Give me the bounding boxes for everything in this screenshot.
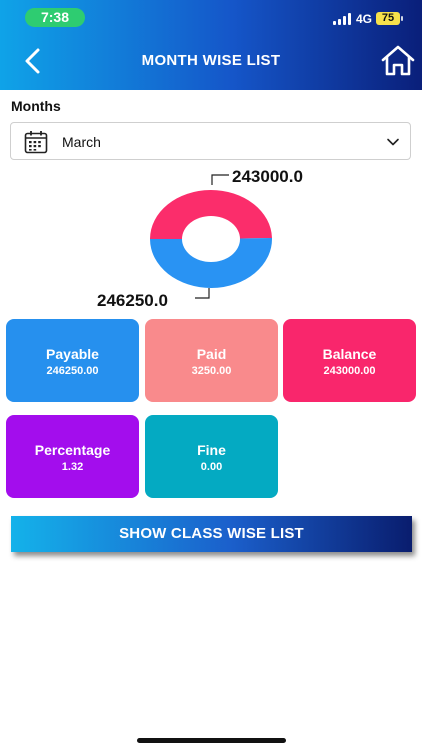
- payable-card[interactable]: Payable 246250.00: [6, 319, 139, 402]
- card-title: Paid: [196, 346, 227, 362]
- card-value: 1.32: [61, 461, 84, 473]
- leader-line-bottom: [195, 288, 210, 299]
- month-select[interactable]: March: [10, 122, 411, 160]
- home-icon: [381, 45, 415, 76]
- chart-label-balance: 243000.0: [232, 167, 303, 186]
- home-indicator: [137, 738, 286, 743]
- card-title: Fine: [197, 442, 226, 458]
- show-class-wise-list-button[interactable]: SHOW CLASS WISE LIST: [11, 516, 412, 552]
- status-bar: 7:38 4G 75: [0, 0, 422, 34]
- card-title: Percentage: [34, 442, 111, 458]
- card-title: Balance: [322, 346, 377, 362]
- signal-icon: [333, 13, 353, 25]
- page-title: MONTH WISE LIST: [141, 52, 281, 69]
- app-header: 7:38 4G 75 MONTH WISE LIST: [0, 0, 422, 90]
- fine-card[interactable]: Fine 0.00: [145, 415, 278, 498]
- card-value: 243000.00: [323, 365, 376, 377]
- paid-card[interactable]: Paid 3250.00: [145, 319, 278, 402]
- status-time: 7:38: [25, 8, 85, 27]
- percentage-card[interactable]: Percentage 1.32: [6, 415, 139, 498]
- battery-tip: [401, 16, 403, 21]
- balance-card[interactable]: Balance 243000.00: [283, 319, 416, 402]
- chart-label-payable: 246250.0: [97, 291, 168, 310]
- network-type: 4G: [356, 12, 373, 26]
- card-value: 0.00: [200, 461, 223, 473]
- chevron-down-icon: [387, 138, 399, 146]
- donut-hole: [182, 216, 240, 262]
- selected-month: March: [62, 134, 101, 150]
- calendar-icon: [24, 131, 48, 154]
- card-title: Payable: [46, 346, 99, 362]
- leader-line-top: [211, 174, 229, 185]
- battery-level: 75: [376, 12, 400, 25]
- card-value: 3250.00: [191, 365, 232, 377]
- months-label: Months: [11, 98, 61, 114]
- home-button[interactable]: [381, 45, 415, 77]
- donut-chart: [150, 190, 272, 289]
- card-value: 246250.00: [46, 365, 99, 377]
